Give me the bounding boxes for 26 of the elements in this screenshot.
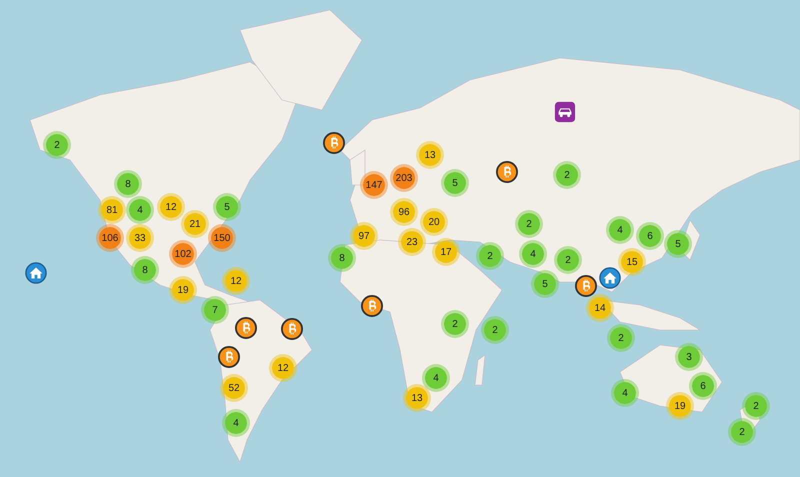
- cluster-marker[interactable]: 106: [96, 224, 124, 252]
- cluster-marker[interactable]: 2: [742, 392, 770, 420]
- world-map[interactable]: 2 8 81 4 12 5 106 33 21 150 102 8 19 12 7 12 52 4 13 203 147 5 96 20 97 23 17 8 2 2 4 2 2 5 4 6 5 15 14 2 2 2 3 4 13 4 6 19 2 2: [0, 0, 800, 477]
- cluster-marker[interactable]: 2: [728, 418, 756, 446]
- cluster-marker[interactable]: 4: [611, 379, 639, 407]
- cluster-marker[interactable]: 2: [481, 316, 509, 344]
- cluster-marker[interactable]: 19: [169, 276, 197, 304]
- cluster-marker[interactable]: 150: [208, 224, 236, 252]
- cluster-marker[interactable]: 19: [666, 392, 694, 420]
- house-marker-icon[interactable]: [25, 262, 47, 284]
- cluster-marker[interactable]: 2: [607, 324, 635, 352]
- bitcoin-marker-icon[interactable]: [235, 317, 257, 339]
- bitcoin-marker-icon[interactable]: [575, 275, 597, 297]
- cluster-marker[interactable]: 5: [531, 270, 559, 298]
- cluster-marker[interactable]: 12: [222, 267, 250, 295]
- cluster-marker[interactable]: 2: [476, 242, 504, 270]
- bitcoin-marker-icon[interactable]: [323, 132, 345, 154]
- bitcoin-marker-icon[interactable]: [496, 161, 518, 183]
- bitcoin-marker-icon[interactable]: [361, 295, 383, 317]
- house-marker-icon[interactable]: [599, 267, 621, 289]
- cluster-marker[interactable]: 8: [328, 244, 356, 272]
- cluster-marker[interactable]: 3: [675, 343, 703, 371]
- bitcoin-marker-icon[interactable]: [218, 346, 240, 368]
- cluster-marker[interactable]: 13: [403, 384, 431, 412]
- bitcoin-marker-icon[interactable]: [281, 318, 303, 340]
- cluster-marker[interactable]: 14: [586, 294, 614, 322]
